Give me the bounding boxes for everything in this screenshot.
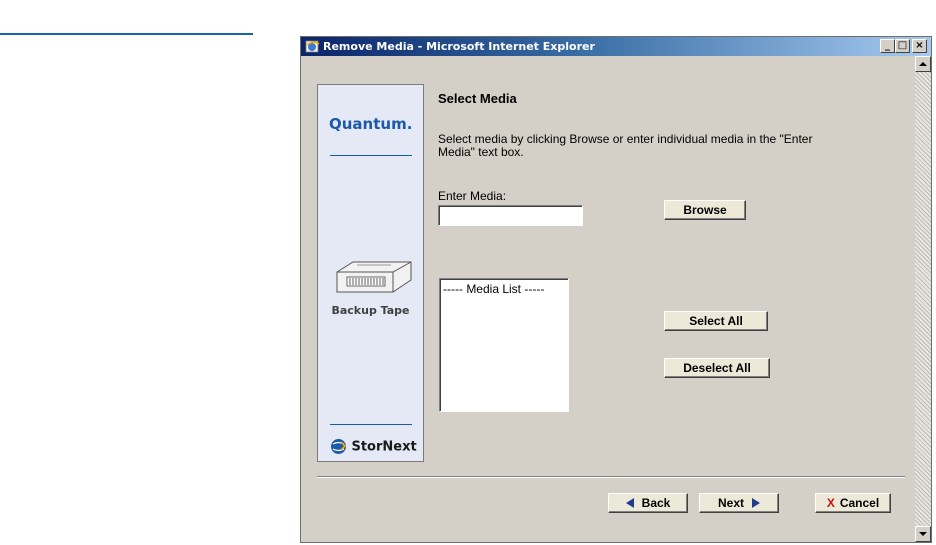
back-button[interactable]: Back [608, 493, 688, 513]
browse-button[interactable]: Browse [664, 200, 746, 220]
media-list-header-option[interactable]: ----- Media List ----- [443, 282, 544, 296]
stornext-globe-icon [331, 439, 347, 455]
back-arrow-icon [625, 498, 634, 508]
instructions-text: Select media by clicking Browse or enter… [438, 132, 813, 159]
quantum-logo: Quantum. [329, 115, 413, 133]
backup-tape-label: Backup Tape [331, 304, 410, 317]
enter-media-input[interactable] [438, 205, 583, 226]
page-top-rule [0, 33, 253, 35]
side-divider-top [330, 155, 412, 156]
deselect-all-button[interactable]: Deselect All [664, 358, 770, 378]
window-title: Remove Media - Microsoft Internet Explor… [323, 40, 595, 53]
stornext-text: StorNext [351, 439, 417, 455]
ie-icon [305, 40, 320, 53]
maximize-button[interactable]: □ [895, 39, 910, 53]
minimize-button[interactable]: _ [880, 39, 895, 53]
enter-media-label: Enter Media: [438, 189, 507, 203]
title-bar[interactable]: Remove Media - Microsoft Internet Explor… [301, 37, 931, 56]
side-panel: Quantum. Backup Tape StorNext [317, 84, 424, 462]
close-button[interactable]: × [912, 39, 927, 53]
page-heading: Select Media [438, 91, 517, 106]
cancel-button[interactable]: X Cancel [815, 493, 891, 513]
next-button[interactable]: Next [699, 493, 779, 513]
scroll-down-icon[interactable] [915, 526, 931, 542]
scroll-up-icon[interactable] [915, 56, 931, 72]
side-divider-bottom [330, 424, 412, 425]
next-arrow-icon [752, 498, 760, 508]
backup-tape-icon [336, 261, 412, 293]
stornext-logo: StorNext [330, 438, 417, 456]
select-all-button[interactable]: Select All [664, 311, 768, 331]
cancel-x-icon: X [826, 496, 835, 510]
page-content: Quantum. Backup Tape StorNext Select Med… [301, 56, 931, 542]
vertical-scrollbar[interactable] [915, 56, 931, 542]
media-list[interactable]: ----- Media List ----- [439, 278, 569, 412]
footer-divider [317, 476, 905, 478]
browser-window: Remove Media - Microsoft Internet Explor… [300, 36, 932, 543]
